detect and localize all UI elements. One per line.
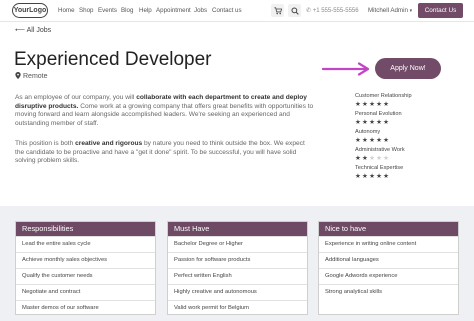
star-rating: ★★★★★ — [355, 118, 465, 129]
contact-us-button[interactable]: Contact Us — [418, 3, 463, 18]
nav-link-jobs[interactable]: Jobs — [194, 7, 207, 14]
responsibilities-card: Responsibilities Lead the entire sales c… — [15, 221, 156, 315]
chevron-down-icon: ▾ — [409, 8, 413, 14]
star-filled-icon: ★ — [355, 101, 363, 108]
nav-link-help[interactable]: Help — [139, 7, 152, 14]
list-item: Experience in writing online content — [319, 236, 458, 252]
job-description-paragraph-1: As an employee of our company, you will … — [15, 94, 314, 128]
star-filled-icon: ★ — [383, 119, 391, 126]
nav-link-appointment[interactable]: Appointment — [156, 7, 191, 14]
rating-technical-expertise: Technical Expertise ★★★★★ — [355, 165, 465, 183]
job-location-label: Remote — [23, 73, 48, 80]
star-filled-icon: ★ — [383, 137, 391, 144]
cart-icon[interactable] — [271, 4, 284, 17]
rating-administrative-work: Administrative Work ★★★★★ — [355, 147, 465, 165]
list-item: Master demos of our software — [16, 300, 155, 316]
star-filled-icon: ★ — [362, 101, 370, 108]
star-filled-icon: ★ — [362, 137, 370, 144]
star-filled-icon: ★ — [383, 173, 391, 180]
list-item: Qualify the customer needs — [16, 268, 155, 284]
must-have-card: Must Have Bachelor Degree or Higher Pass… — [167, 221, 308, 315]
nav-link-home[interactable]: Home — [58, 7, 75, 14]
rating-personal-evolution: Personal Evolution ★★★★★ — [355, 111, 465, 129]
card-title: Nice to have — [319, 222, 458, 236]
list-item: Valid work permit for Belgium — [168, 300, 307, 316]
phone-number: ✆ +1 555-555-5556 — [306, 8, 359, 14]
back-link-label: All Jobs — [26, 27, 52, 34]
top-navbar: YourLogo Home Shop Events Blog Help Appo… — [0, 0, 474, 22]
rating-autonomy: Autonomy ★★★★★ — [355, 129, 465, 147]
star-rating: ★★★★★ — [355, 172, 465, 183]
list-item: Negotiate and contract — [16, 284, 155, 300]
star-filled-icon: ★ — [383, 101, 391, 108]
list-item: Strong analytical skills — [319, 284, 458, 300]
job-location: Remote — [15, 72, 48, 80]
list-item: Passion for software products — [168, 252, 307, 268]
site-logo[interactable]: YourLogo — [12, 3, 48, 18]
card-title: Must Have — [168, 222, 307, 236]
list-item: Achieve monthly sales objectives — [16, 252, 155, 268]
nav-link-shop[interactable]: Shop — [79, 7, 93, 14]
arrow-right-annotation-icon — [322, 62, 370, 76]
map-marker-icon — [15, 72, 21, 79]
star-empty-icon: ★ — [383, 155, 391, 162]
list-item: Perfect written English — [168, 268, 307, 284]
list-item: Additional languages — [319, 252, 458, 268]
star-filled-icon: ★ — [362, 173, 370, 180]
user-menu[interactable]: Mitchell Admin ▾ — [368, 7, 412, 14]
list-item: Google Adwords experience — [319, 268, 458, 284]
star-filled-icon: ★ — [355, 173, 363, 180]
star-filled-icon: ★ — [362, 119, 370, 126]
job-title: Experienced Developer — [14, 49, 212, 70]
search-icon[interactable] — [288, 4, 301, 17]
star-filled-icon: ★ — [355, 119, 363, 126]
apply-now-button[interactable]: Apply Now! — [375, 58, 441, 79]
phone-icon: ✆ — [306, 8, 313, 14]
nav-link-events[interactable]: Events — [98, 7, 117, 14]
star-rating: ★★★★★ — [355, 154, 465, 165]
star-filled-icon: ★ — [362, 155, 370, 162]
nice-to-have-card: Nice to have Experience in writing onlin… — [318, 221, 459, 315]
arrow-left-icon: ⟵ — [15, 27, 27, 34]
job-description-paragraph-2: This position is both creative and rigor… — [15, 140, 305, 165]
nav-link-blog[interactable]: Blog — [121, 7, 133, 14]
list-item: Bachelor Degree or Higher — [168, 236, 307, 252]
job-ratings: Customer Relationship ★★★★★ Personal Evo… — [355, 93, 465, 183]
star-filled-icon: ★ — [355, 137, 363, 144]
star-rating: ★★★★★ — [355, 100, 465, 111]
user-name: Mitchell Admin — [368, 7, 408, 14]
list-item: Highly creative and autonomous — [168, 284, 307, 300]
rating-customer-relationship: Customer Relationship ★★★★★ — [355, 93, 465, 111]
card-title: Responsibilities — [16, 222, 155, 236]
back-to-jobs-link[interactable]: ⟵ All Jobs — [15, 26, 51, 34]
nav-link-contact[interactable]: Contact us — [212, 7, 242, 14]
star-filled-icon: ★ — [355, 155, 363, 162]
star-rating: ★★★★★ — [355, 136, 465, 147]
list-item: Lead the entire sales cycle — [16, 236, 155, 252]
